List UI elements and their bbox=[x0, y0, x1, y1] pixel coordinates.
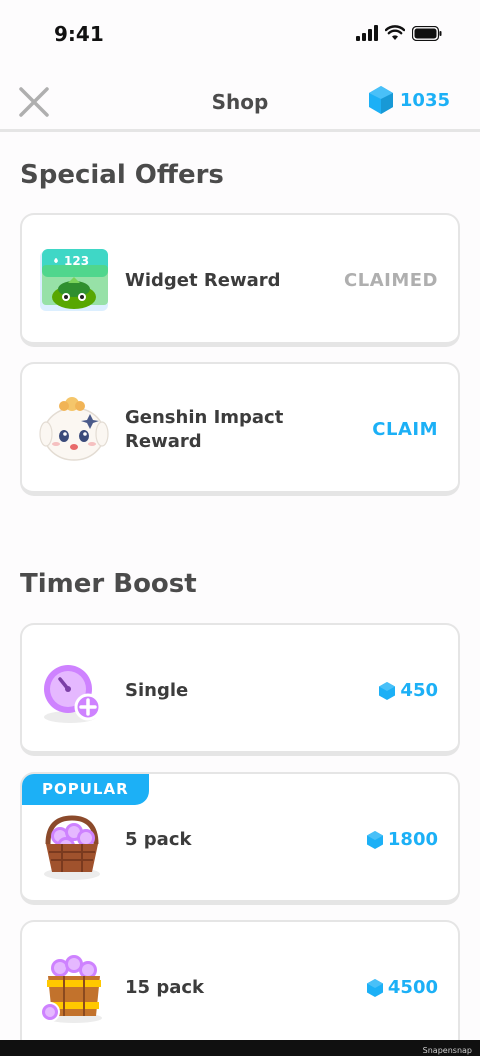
genshin-reward-label: Genshin Impact Reward bbox=[125, 406, 283, 454]
gem-icon bbox=[366, 978, 383, 997]
widget-reward-label: Widget Reward bbox=[125, 270, 281, 291]
watermark: Snapensnap bbox=[422, 1046, 472, 1055]
timer-5pack-price-value: 1800 bbox=[387, 829, 438, 850]
wifi-icon bbox=[385, 25, 405, 40]
genshin-claim-button[interactable]: CLAIM bbox=[372, 419, 438, 440]
timer-boost-title: Timer Boost bbox=[20, 569, 197, 599]
signal-icon bbox=[356, 25, 378, 41]
timer-15pack-price-value: 4500 bbox=[387, 977, 438, 998]
timer-single-label: Single bbox=[125, 680, 189, 701]
timer-15pack-price[interactable]: 4500 bbox=[366, 977, 438, 998]
timer-15pack-card[interactable]: 15 pack 4500 bbox=[20, 920, 460, 1053]
status-time: 9:41 bbox=[54, 22, 104, 46]
gem-icon bbox=[368, 86, 393, 114]
timer-15pack-label: 15 pack bbox=[125, 977, 204, 998]
status-icons bbox=[356, 25, 442, 41]
status-bar: 9:41 bbox=[0, 0, 480, 70]
widget-reward-icon: 123 bbox=[38, 245, 110, 317]
shop-header: Shop 1035 bbox=[0, 70, 480, 132]
timer-5pack-price[interactable]: 1800 bbox=[366, 829, 438, 850]
gem-icon bbox=[379, 681, 396, 700]
widget-reward-card[interactable]: 123 Widget Reward CLAIMED bbox=[20, 213, 460, 347]
genshin-reward-icon bbox=[38, 392, 110, 464]
special-offers-title: Special Offers bbox=[20, 160, 224, 190]
gem-icon bbox=[366, 830, 383, 849]
timer-5pack-card[interactable]: POPULAR 5 pack 1800 bbox=[20, 772, 460, 905]
genshin-reward-card[interactable]: Genshin Impact Reward CLAIM bbox=[20, 362, 460, 496]
gem-count: 1035 bbox=[399, 89, 450, 111]
timer-15pack-icon bbox=[38, 952, 110, 1024]
widget-badge-number: 123 bbox=[64, 254, 89, 268]
timer-single-card[interactable]: Single 450 bbox=[20, 623, 460, 756]
timer-5pack-icon bbox=[38, 810, 110, 882]
widget-reward-status: CLAIMED bbox=[344, 270, 438, 291]
popular-badge: POPULAR bbox=[22, 774, 149, 805]
genshin-reward-label-line1: Genshin Impact bbox=[125, 407, 284, 428]
bottom-bar bbox=[0, 1040, 480, 1056]
timer-5pack-label: 5 pack bbox=[125, 829, 192, 850]
timer-single-price-value: 450 bbox=[400, 680, 438, 701]
gem-balance[interactable]: 1035 bbox=[368, 85, 450, 115]
timer-single-icon bbox=[38, 655, 110, 727]
battery-icon bbox=[412, 25, 442, 41]
timer-single-price[interactable]: 450 bbox=[379, 680, 438, 701]
genshin-reward-label-line2: Reward bbox=[125, 431, 202, 452]
